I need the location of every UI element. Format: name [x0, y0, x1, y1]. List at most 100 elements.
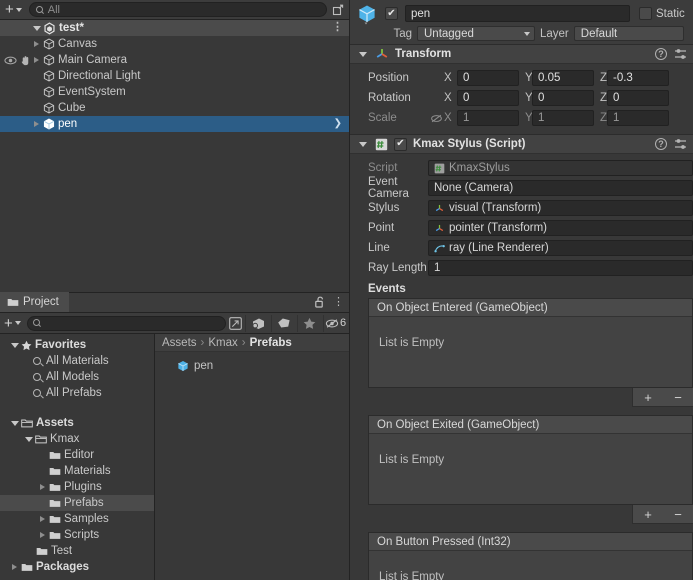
tree-item-test[interactable]: Test: [0, 543, 154, 559]
project-add-button[interactable]: +: [2, 315, 25, 331]
twirl-right-icon[interactable]: [36, 516, 49, 522]
event-remove-button[interactable]: −: [674, 507, 682, 522]
component-enabled-checkbox[interactable]: [394, 137, 407, 151]
tree-item-editor[interactable]: Editor: [0, 447, 154, 463]
hidden-packages-toggle[interactable]: 6: [323, 314, 347, 332]
breadcrumb-assets[interactable]: Assets: [162, 337, 197, 349]
static-checkbox[interactable]: [639, 7, 652, 20]
twirl-down-icon[interactable]: [22, 436, 35, 442]
project-panel: Project ⋮ + 6 Favorites All Materials Al…: [0, 292, 350, 580]
constrain-proportions-off-icon[interactable]: [428, 113, 444, 124]
line-object-field[interactable]: ray (Line Renderer): [428, 240, 693, 256]
twirl-down-icon[interactable]: [356, 51, 369, 57]
position-z-input[interactable]: -0.3: [607, 70, 669, 86]
folder-open-icon: [35, 435, 47, 444]
event-footer: + −: [350, 388, 693, 407]
point-object-field[interactable]: pointer (Transform): [428, 220, 693, 236]
ray-length-input[interactable]: 1: [428, 260, 693, 276]
tree-item-kmax[interactable]: Kmax: [0, 431, 154, 447]
hierarchy-item-cube[interactable]: Cube: [0, 100, 349, 116]
rotation-y-input[interactable]: 0: [532, 90, 594, 106]
hierarchy-item-directional-light[interactable]: Directional Light: [0, 68, 349, 84]
hierarchy-item-main-camera[interactable]: Main Camera: [0, 52, 349, 68]
twirl-right-icon[interactable]: [30, 121, 43, 127]
lock-open-icon[interactable]: [315, 296, 326, 308]
layer-dropdown[interactable]: Default: [573, 26, 684, 41]
tree-item-samples[interactable]: Samples: [0, 511, 154, 527]
twirl-right-icon[interactable]: [30, 57, 43, 63]
transform-rotation-row: Rotation X 0 Y 0 Z 0: [350, 88, 693, 108]
twirl-down-icon[interactable]: [356, 141, 369, 147]
package-icon[interactable]: [245, 314, 269, 332]
tree-item-all-models[interactable]: All Models: [0, 369, 154, 385]
project-item-label: pen: [194, 359, 214, 372]
tree-item-all-prefabs[interactable]: All Prefabs: [0, 385, 154, 401]
scene-twirl-down-icon[interactable]: [30, 25, 43, 31]
twirl-down-icon[interactable]: [8, 420, 21, 426]
hierarchy-item-pen[interactable]: pen ❯: [0, 116, 349, 132]
tab-project[interactable]: Project: [0, 292, 69, 312]
twirl-down-icon[interactable]: [8, 342, 21, 348]
help-icon[interactable]: ?: [655, 48, 667, 60]
folder-icon: [49, 468, 61, 475]
kebab-menu-icon[interactable]: ⋮: [332, 22, 343, 33]
label-tag-icon[interactable]: [271, 314, 295, 332]
event-camera-object-field[interactable]: None (Camera): [428, 180, 693, 196]
hierarchy-item-canvas[interactable]: Canvas: [0, 36, 349, 52]
tree-item-favorites[interactable]: Favorites: [0, 337, 154, 353]
object-enabled-checkbox[interactable]: [385, 7, 398, 20]
twirl-right-icon[interactable]: [30, 41, 43, 47]
project-item-pen[interactable]: pen: [155, 357, 349, 374]
kmax-stylus-header[interactable]: Kmax Stylus (Script) ?: [350, 135, 693, 154]
tree-item-plugins[interactable]: Plugins: [0, 479, 154, 495]
project-search-input[interactable]: [26, 315, 226, 331]
field-event-camera: Event Camera None (Camera): [350, 176, 693, 200]
tree-item-label: All Prefabs: [46, 387, 102, 399]
favorite-star-icon[interactable]: [297, 314, 321, 332]
tree-item-all-materials[interactable]: All Materials: [0, 353, 154, 369]
tree-item-materials[interactable]: Materials: [0, 463, 154, 479]
hierarchy-item-eventsystem[interactable]: EventSystem: [0, 84, 349, 100]
twirl-right-icon[interactable]: [36, 532, 49, 538]
scale-z-input[interactable]: 1: [607, 110, 669, 126]
transform-header[interactable]: Transform ?: [350, 45, 693, 64]
tree-item-assets[interactable]: Assets: [0, 415, 154, 431]
position-y-input[interactable]: 0.05: [532, 70, 594, 86]
stylus-object-field[interactable]: visual (Transform): [428, 200, 693, 216]
twirl-right-icon[interactable]: [8, 564, 21, 570]
visibility-eye-icon[interactable]: [4, 55, 17, 66]
position-x-input[interactable]: 0: [457, 70, 519, 86]
event-remove-button[interactable]: −: [674, 390, 682, 405]
hierarchy-add-button[interactable]: +: [3, 2, 26, 18]
preset-sliders-icon[interactable]: [674, 138, 687, 150]
rotation-z-input[interactable]: 0: [607, 90, 669, 106]
tree-item-scripts[interactable]: Scripts: [0, 527, 154, 543]
tree-item-packages[interactable]: Packages: [0, 559, 154, 575]
transform-scale-row: Scale X 1 Y 1 Z 1: [350, 108, 693, 128]
event-add-button[interactable]: +: [644, 390, 652, 405]
scale-x-input[interactable]: 1: [457, 110, 519, 126]
tree-item-prefabs[interactable]: Prefabs: [0, 495, 154, 511]
help-icon[interactable]: ?: [655, 138, 667, 150]
object-name-input[interactable]: pen: [405, 5, 630, 22]
rotation-x-input[interactable]: 0: [457, 90, 519, 106]
folder-icon: [36, 548, 48, 555]
hierarchy-search-input[interactable]: All: [28, 2, 327, 17]
window-layout-icon[interactable]: [330, 2, 346, 17]
prefab-open-chevron-icon[interactable]: ❯: [334, 119, 342, 129]
scale-y-input[interactable]: 1: [532, 110, 594, 126]
prefab-cube-icon: [359, 5, 375, 25]
hierarchy-scene-row[interactable]: test* ⋮: [0, 20, 349, 36]
search-in-scene-icon[interactable]: [228, 316, 243, 331]
tag-dropdown[interactable]: Untagged: [417, 26, 535, 41]
breadcrumb-prefabs[interactable]: Prefabs: [250, 337, 292, 349]
preset-sliders-icon[interactable]: [674, 48, 687, 60]
unity-editor-window: + All test* ⋮ Canvas Main Camera Directi…: [0, 0, 693, 580]
breadcrumb-kmax[interactable]: Kmax: [208, 337, 237, 349]
line-renderer-icon: [434, 244, 445, 252]
twirl-right-icon[interactable]: [36, 484, 49, 490]
project-toolbar: + 6: [0, 313, 349, 334]
kebab-menu-icon[interactable]: ⋮: [333, 296, 344, 308]
event-add-button[interactable]: +: [644, 507, 652, 522]
